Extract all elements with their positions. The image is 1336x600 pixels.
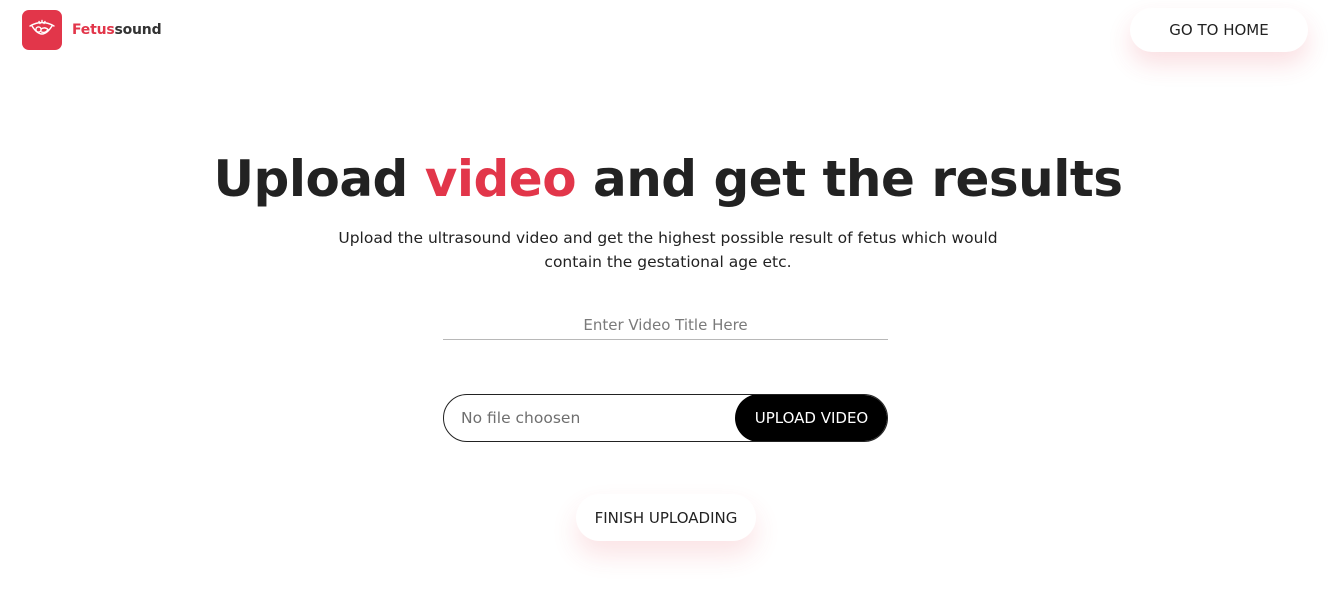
title-part-after: and get the results [576,150,1123,208]
brand[interactable]: Fetussound [22,10,162,50]
fetus-ultrasound-icon [22,10,62,50]
go-to-home-button[interactable]: GO TO HOME [1130,8,1308,52]
title-accent-word: video [424,150,577,208]
file-name-status: No file choosen [461,409,581,427]
finish-uploading-button[interactable]: FINISH UPLOADING [576,494,756,541]
video-title-input[interactable] [443,311,888,340]
brand-name-rest: sound [114,22,162,38]
file-picker[interactable]: No file choosen UPLOAD VIDEO [443,394,888,442]
upload-video-button[interactable]: UPLOAD VIDEO [735,395,887,441]
page-subtitle: Upload the ultrasound video and get the … [338,229,998,271]
title-part-before: Upload [213,150,425,208]
header: Fetussound GO TO HOME [0,0,1336,60]
brand-name-accent: Fetus [72,22,115,38]
brand-name: Fetussound [72,22,162,38]
page-title: Upload video and get the results [0,150,1336,208]
